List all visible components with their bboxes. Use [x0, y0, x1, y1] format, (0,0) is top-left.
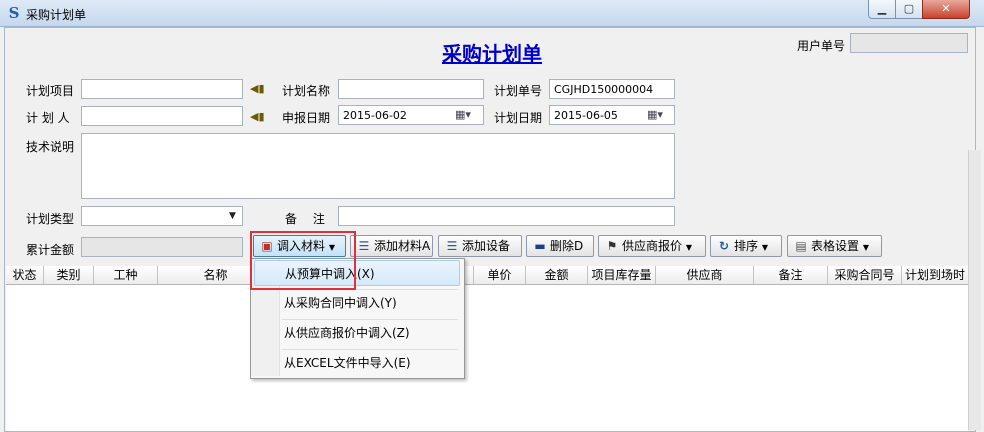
column-header[interactable]: 计划到场时: [902, 266, 968, 284]
report-date-label: 申报日期: [282, 111, 331, 125]
minus-icon: ▬: [534, 239, 546, 253]
column-header[interactable]: 项目库存量: [588, 266, 656, 284]
plan-date-label: 计划日期: [494, 111, 543, 125]
user-no-field[interactable]: [850, 33, 968, 53]
window-title: 采购计划单: [26, 8, 87, 22]
menu-item-import-from-excel[interactable]: 从EXCEL文件中导入(E): [254, 350, 460, 376]
add-list-icon: ☰: [446, 239, 458, 253]
maximize-button[interactable]: ▢: [895, 0, 923, 19]
add-equipment-label: 添加设备: [462, 239, 511, 253]
material-grid[interactable]: [6, 266, 968, 431]
plan-name-label: 计划名称: [282, 84, 331, 98]
app-logo-icon: S: [8, 4, 20, 22]
plan-no-label: 计划单号: [494, 84, 543, 98]
column-header[interactable]: 工种: [94, 266, 158, 284]
sort-button[interactable]: ↻ 排序 ▼: [710, 235, 782, 257]
vertical-scrollbar[interactable]: [968, 150, 981, 430]
close-button[interactable]: ✕: [922, 0, 970, 19]
plan-project-label: 计划项目: [26, 84, 75, 98]
title-bar: [0, 0, 984, 27]
chevron-down-icon[interactable]: ▼: [229, 211, 236, 221]
calendar-dropdown-icon[interactable]: ▦▾: [455, 107, 475, 123]
checkered-flag-icon: ⚑: [606, 239, 618, 253]
planner-picker-icon[interactable]: ◀▮: [250, 111, 265, 122]
plan-name-field[interactable]: [338, 79, 484, 99]
column-header[interactable]: 采购合同号: [828, 266, 902, 284]
table-settings-label: 表格设置: [811, 239, 860, 253]
delete-label: 删除D: [550, 239, 584, 253]
chevron-down-icon: ▼: [862, 243, 869, 252]
chevron-down-icon: ▼: [685, 243, 692, 252]
column-header[interactable]: 单价: [474, 266, 526, 284]
minimize-button[interactable]: ▁: [868, 0, 896, 19]
column-header[interactable]: 类别: [44, 266, 94, 284]
planner-label: 计 划 人: [26, 111, 70, 125]
plan-type-label: 计划类型: [26, 212, 75, 226]
plan-project-field[interactable]: [81, 79, 243, 99]
plan-project-picker-icon[interactable]: ◀▮: [250, 83, 265, 94]
menu-item-import-from-contract[interactable]: 从采购合同中调入(Y): [254, 290, 460, 316]
chevron-down-icon: ▼: [761, 243, 768, 252]
column-header[interactable]: 金额: [526, 266, 588, 284]
supplier-quote-button[interactable]: ⚑ 供应商报价 ▼: [598, 235, 706, 257]
plan-no-field[interactable]: CGJHD150000004: [549, 79, 675, 99]
menu-item-import-from-supplier-quote[interactable]: 从供应商报价中调入(Z): [254, 320, 460, 346]
supplier-quote-label: 供应商报价: [622, 239, 683, 253]
calendar-dropdown-icon[interactable]: ▦▾: [647, 107, 667, 123]
column-header[interactable]: 备注: [754, 266, 828, 284]
highlight-box: [250, 231, 356, 290]
sort-label: 排序: [734, 239, 759, 253]
grid-header: 状态 类别 工种 名称 单价 金额 项目库存量 供应商 备注 采购合同号 计划到…: [6, 266, 968, 285]
total-amount-label: 累计金额: [26, 243, 75, 257]
add-list-icon: ☰: [358, 239, 370, 253]
user-no-label: 用户单号: [797, 39, 846, 53]
table-icon: ▤: [795, 239, 807, 253]
delete-button[interactable]: ▬ 删除D: [526, 235, 594, 257]
total-amount-field: [81, 237, 243, 257]
add-material-label: 添加材料A: [374, 239, 431, 253]
column-header[interactable]: 状态: [6, 266, 44, 284]
refresh-icon: ↻: [718, 239, 730, 253]
tech-desc-textarea[interactable]: [81, 133, 675, 199]
planner-field[interactable]: [81, 106, 243, 126]
remark-field[interactable]: [338, 206, 675, 226]
plan-type-select[interactable]: [81, 206, 243, 226]
remark-label: 备 注: [285, 212, 325, 226]
table-settings-button[interactable]: ▤ 表格设置 ▼: [787, 235, 882, 257]
add-equipment-button[interactable]: ☰ 添加设备: [438, 235, 522, 257]
column-header[interactable]: 供应商: [656, 266, 754, 284]
tech-desc-label: 技术说明: [26, 140, 75, 154]
add-material-button[interactable]: ☰ 添加材料A: [350, 235, 433, 257]
